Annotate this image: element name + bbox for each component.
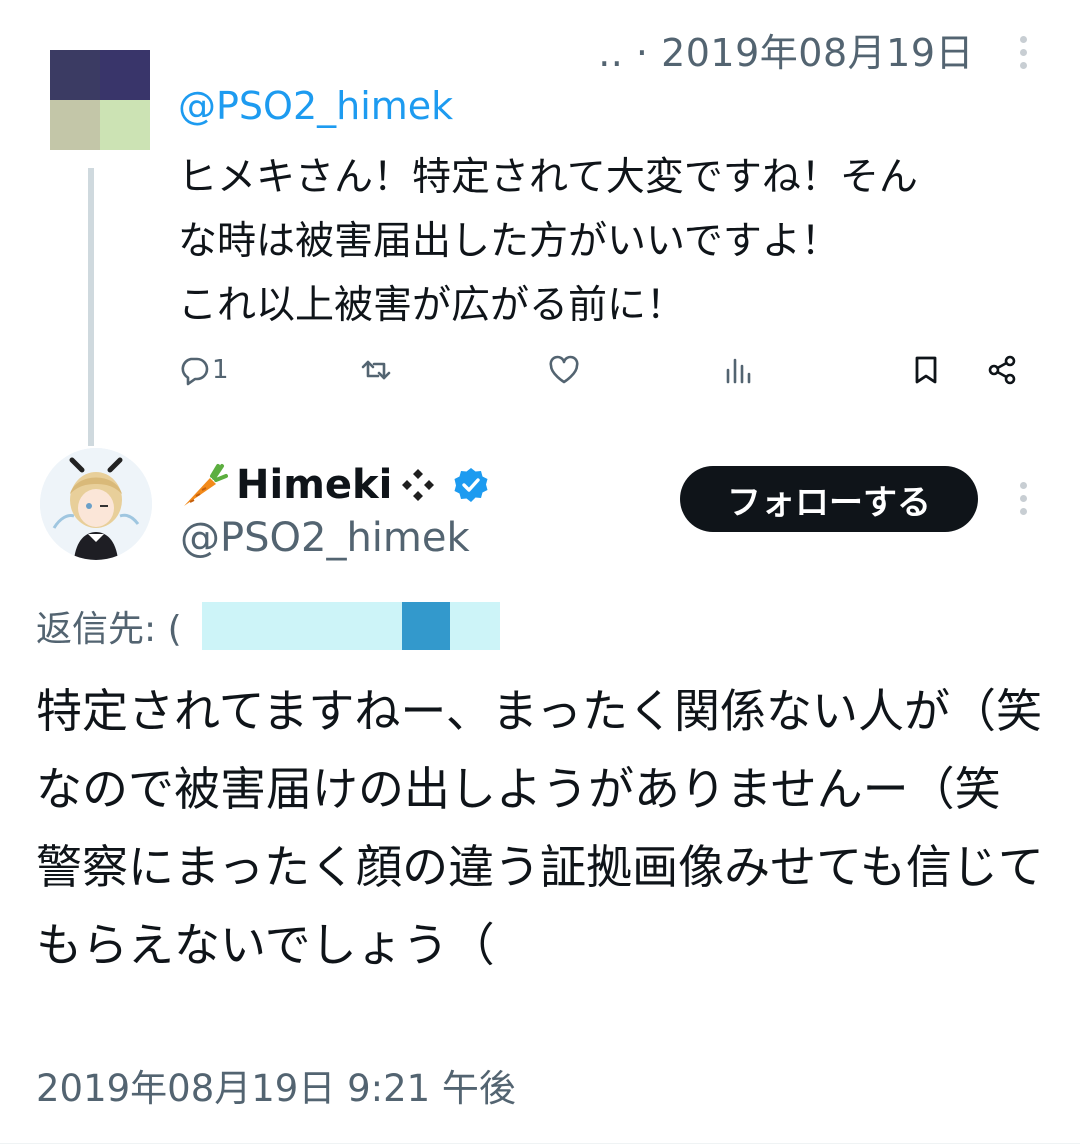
parent-tweet-text: ヒメキさん！特定されて大変ですね！そん な時は被害届出した方がいいですよ！ これ… — [178, 155, 918, 328]
avatar-pixel — [50, 100, 100, 150]
views-button[interactable] — [724, 350, 756, 390]
more-options-icon[interactable] — [1020, 482, 1028, 521]
like-button[interactable] — [548, 350, 580, 390]
divider — [0, 1143, 1080, 1144]
tweet-timestamp[interactable]: 2019年08月19日 9:21 午後 — [36, 1058, 516, 1112]
avatar-pixel — [100, 100, 150, 150]
redaction-mark — [402, 602, 450, 650]
reply-count: 1 — [212, 355, 229, 385]
follow-button[interactable]: フォローする — [680, 466, 978, 532]
main-avatar[interactable] — [40, 448, 152, 560]
thread-connector — [88, 168, 94, 446]
display-name[interactable]: Himeki — [180, 462, 490, 508]
display-name-text: Himeki — [236, 462, 393, 508]
reply-icon — [181, 357, 209, 386]
main-handle[interactable]: @PSO2_himek — [180, 515, 470, 561]
avatar-pixel — [50, 50, 100, 100]
retweet-button[interactable] — [360, 350, 392, 390]
carrot-icon — [184, 464, 228, 506]
retweet-icon — [361, 360, 391, 380]
bookmark-icon — [915, 356, 937, 384]
more-options-icon[interactable] — [1020, 36, 1028, 75]
bookmark-button[interactable] — [910, 350, 942, 390]
reply-button[interactable]: 1 — [178, 350, 229, 390]
reply-to-label: 返信先: ( — [36, 609, 182, 650]
parent-meta: .. · 2019年08月19日 — [598, 31, 974, 75]
verified-badge-icon — [454, 468, 488, 502]
anime-avatar-icon — [40, 448, 152, 560]
main-tweet-text: 特定されてますねー、まったく関係ない人が（笑 なので被害届けの出しようがありませ… — [36, 684, 1080, 972]
parent-avatar[interactable] — [50, 50, 150, 150]
views-icon — [726, 358, 751, 384]
redacted-mention[interactable] — [202, 602, 500, 650]
avatar-pixel — [100, 50, 150, 100]
parent-handle[interactable]: @PSO2_himek — [178, 84, 453, 128]
diamond-cluster-icon — [402, 469, 435, 501]
heart-icon — [549, 355, 579, 384]
share-icon — [988, 355, 1016, 385]
share-button[interactable] — [986, 350, 1018, 390]
